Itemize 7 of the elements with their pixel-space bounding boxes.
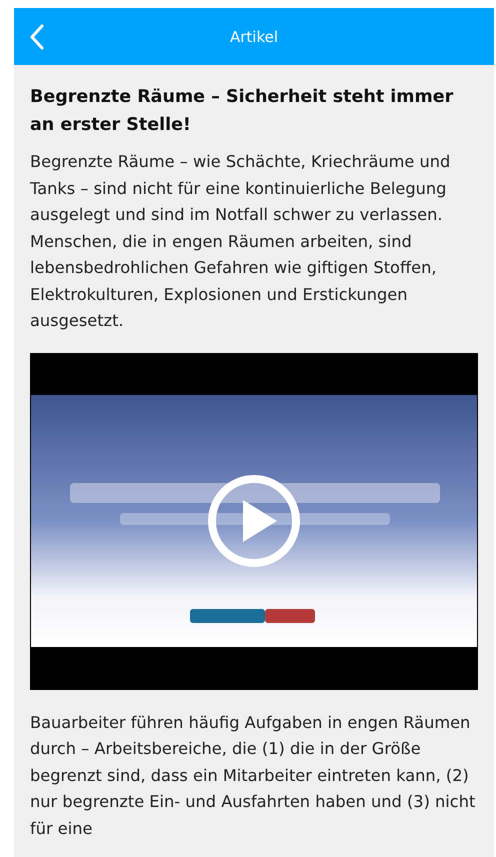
header-title: Artikel [230,28,278,46]
play-icon [207,474,301,568]
article-paragraph: Begrenzte Räume – wie Schächte, Kriechräume und Tanks – sind nicht für eine kontinuierliche Belegung ausgelegt und sind im Notfall schwer zu verlassen. Menschen, die in engen Räumen arbeiten, sind lebensbedrohlichen Gefahren wie giftigen Stoffen, Elektrokulturen, Explosionen und Erstickungen ausgesetzt. [30,151,452,332]
play-button[interactable] [207,474,301,568]
back-icon [30,24,44,50]
article-title: Begrenzte Räume – Sicherheit steht immer an erster Stelle! [30,86,454,137]
article-paragraph: Bauarbeiter führen häufig Aufgaben in engen Räumen durch – Arbeitsbereiche, die (1) die in der Größe begrenzt sind, dass ein Mitarbeiter eintreten kann, (2) nur begrenzte Ein- und Ausfahrten haben und (3) nicht für eine [30,712,476,840]
